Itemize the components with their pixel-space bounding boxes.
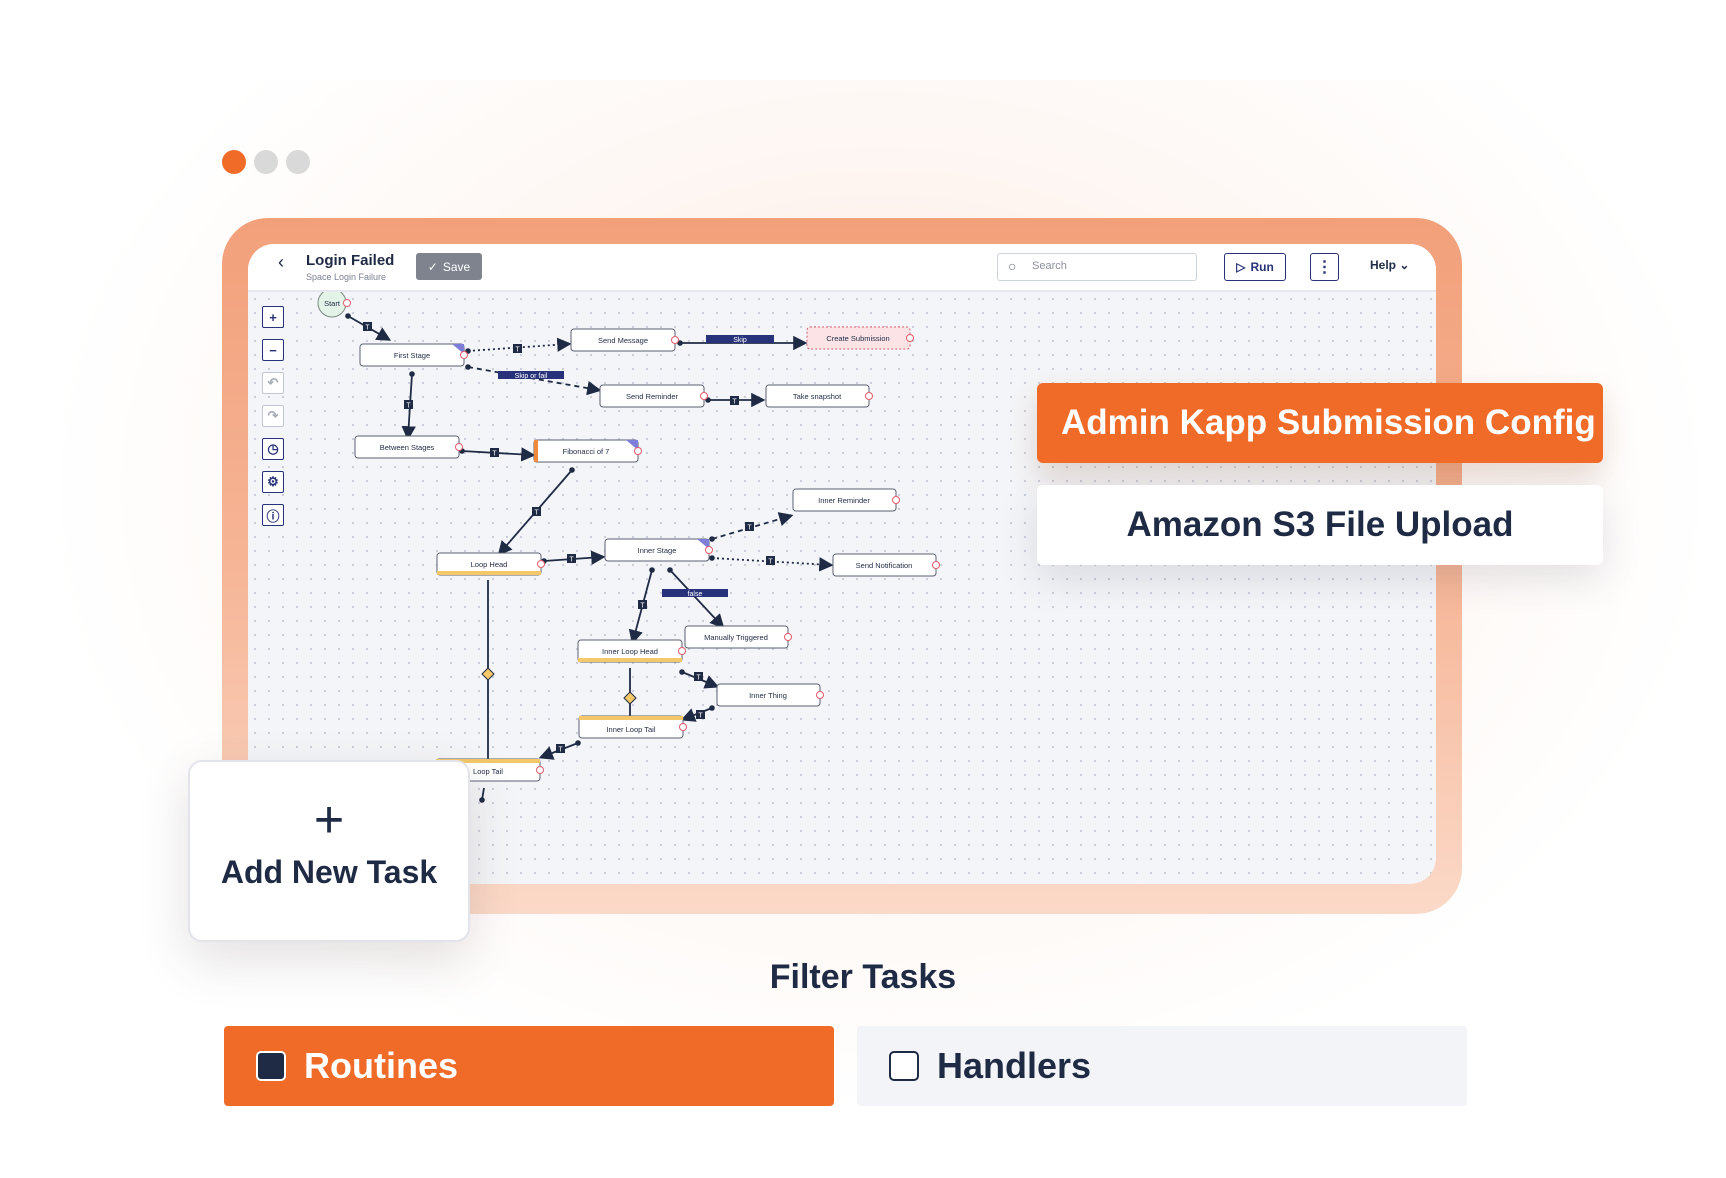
node-label: Loop Tail [473,767,503,776]
back-icon[interactable]: ‹ [278,252,284,273]
search-input[interactable]: ○ Search [997,253,1197,281]
search-placeholder: Search [1032,260,1067,272]
connector-label-text: Skip [733,337,747,344]
badge-t: T [768,559,773,566]
edge [669,569,725,629]
play-icon: ▷ [1236,260,1246,274]
badge-t: T [534,510,539,517]
badge-t: T [732,399,737,406]
badge-t: T [365,325,370,332]
badge-t: T [696,675,701,682]
page-title: Login Failed [306,252,395,269]
node-label: Inner Loop Tail [606,725,655,734]
run-label: Run [1250,260,1274,274]
add-new-task-button[interactable]: + Add New Task [188,760,470,942]
badge-t: T [558,747,563,754]
node-label: Take snapshot [793,392,842,401]
minimize-dot[interactable] [254,150,278,174]
node-label: Manually Triggered [704,633,768,642]
loop-diamond [623,691,637,705]
close-dot[interactable] [222,150,246,174]
task-option-selected[interactable]: Admin Kapp Submission Config [1037,383,1603,463]
node-label: Send Reminder [626,392,679,401]
badge-t: T [569,557,574,564]
badge-t: T [406,403,411,410]
connector-label-text: false [688,591,703,598]
node-label: Loop Head [471,560,508,569]
more-options-button[interactable]: ⋮ [1310,253,1339,281]
handlers-label: Handlers [937,1045,1092,1086]
connector-label-text: Skip or fail [515,373,548,380]
node-label: Inner Loop Head [602,647,658,656]
editor-header: ‹ Login Failed Space Login Failure ✓ Sav… [248,244,1436,292]
node-label: Send Message [598,336,648,345]
search-icon: ○ [1008,258,1017,274]
filter-handlers[interactable]: Handlers [857,1026,1467,1106]
badge-t: T [515,347,520,354]
routines-label: Routines [304,1045,459,1086]
filter-title: Filter Tasks [769,958,957,996]
loop-diamond [481,667,495,681]
run-button[interactable]: ▷ Run [1224,253,1286,281]
badge-t: T [640,603,645,610]
add-new-task-label: Add New Task [220,854,438,890]
help-label: Help [1370,258,1397,272]
node-label: Between Stages [380,443,435,452]
help-menu[interactable]: Help ⌄ [1370,258,1409,272]
badge-t: T [492,451,497,458]
node-label: First Stage [394,351,430,360]
page-subtitle: Space Login Failure [306,272,387,282]
save-button[interactable]: ✓ Save [416,253,482,280]
plus-icon: + [313,791,345,849]
node-label: Inner Stage [638,546,677,555]
badge-t: T [698,713,703,720]
save-label: Save [442,259,471,274]
node-label: Send Notification [856,561,913,570]
node-label: Fibonacci of 7 [563,447,610,456]
node-label: Inner Reminder [818,496,870,505]
task-option[interactable]: Amazon S3 File Upload [1037,485,1603,565]
window-controls [222,150,310,174]
badge-t: T [747,525,752,532]
node-label: Create Submission [826,334,889,343]
filter-routines[interactable]: Routines [224,1026,834,1106]
chevron-down-icon: ⌄ [1399,258,1410,272]
node-label: Start [324,299,341,308]
check-icon: ✓ [427,259,438,274]
node-label: Inner Thing [749,691,787,700]
handlers-checkbox[interactable] [889,1051,919,1081]
routines-checkbox[interactable] [256,1051,286,1081]
maximize-dot[interactable] [286,150,310,174]
